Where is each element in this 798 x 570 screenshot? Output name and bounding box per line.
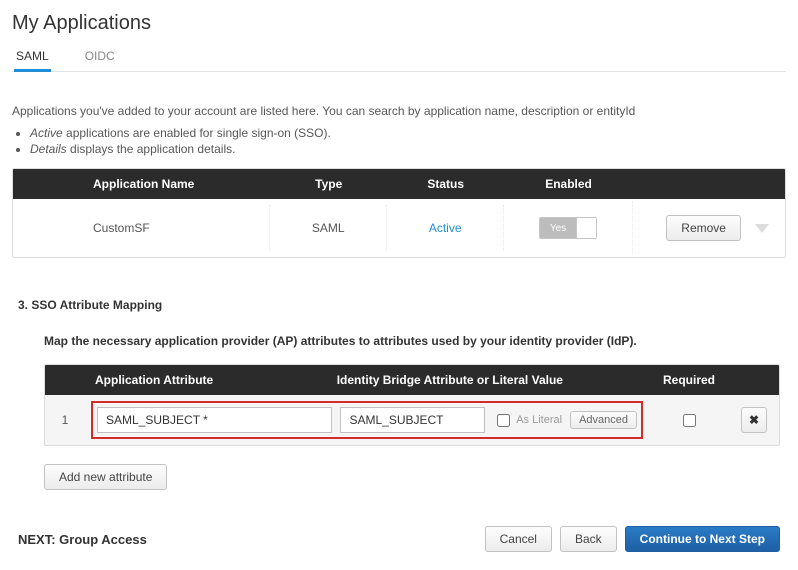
enabled-toggle[interactable]: Yes [539, 217, 597, 239]
page-title: My Applications [12, 12, 786, 35]
as-literal-checkbox[interactable] [497, 414, 510, 427]
intro-notes: Active applications are enabled for sing… [30, 126, 786, 156]
tabs: SAML OIDC [12, 43, 786, 72]
sso-attribute-mapping-section: 3. SSO Attribute Mapping Map the necessa… [12, 298, 786, 490]
next-step-label: NEXT: Group Access [18, 532, 147, 547]
applications-table: Application Name Type Status Enabled Cus… [12, 168, 786, 258]
attr-col-required: Required [649, 365, 729, 395]
note-active: Active applications are enabled for sing… [30, 126, 786, 140]
cell-application-name: CustomSF [83, 205, 270, 251]
close-icon: ✖ [749, 413, 759, 427]
required-checkbox[interactable] [683, 414, 696, 427]
attribute-mapping-table: Application Attribute Identity Bridge At… [44, 364, 780, 446]
continue-button[interactable]: Continue to Next Step [625, 526, 780, 552]
advanced-button[interactable]: Advanced [570, 411, 637, 429]
footer-actions: Cancel Back Continue to Next Step [485, 526, 780, 552]
note-details-rest: displays the application details. [67, 142, 236, 156]
col-actions [633, 169, 785, 199]
row-spacer [13, 212, 83, 244]
attr-col-index [45, 365, 85, 395]
attr-col-delete [729, 365, 779, 395]
as-literal-text: As Literal [516, 414, 562, 426]
attr-col-bridge: Identity Bridge Attribute or Literal Val… [327, 365, 649, 395]
as-literal-label[interactable]: As Literal [493, 411, 562, 430]
delete-cell: ✖ [729, 397, 779, 443]
enabled-toggle-knob [576, 218, 596, 238]
cell-status[interactable]: Active [387, 205, 504, 251]
col-spacer [13, 169, 83, 199]
intro-text: Applications you've added to your accoun… [12, 102, 786, 120]
bridge-attribute-input[interactable] [340, 407, 485, 433]
cell-type: SAML [270, 205, 387, 251]
attr-inputs-cell: As Literal Advanced [85, 395, 649, 445]
remove-button[interactable]: Remove [666, 215, 741, 241]
section-description: Map the necessary application provider (… [44, 334, 780, 348]
note-active-rest: applications are enabled for single sign… [63, 126, 331, 140]
expand-row-icon[interactable] [755, 224, 769, 233]
back-button[interactable]: Back [560, 526, 617, 552]
cell-actions: Remove [633, 199, 785, 257]
application-row: CustomSF SAML Active Yes Remove [13, 199, 785, 257]
application-attribute-input[interactable] [97, 407, 332, 433]
cell-enabled: Yes [504, 201, 633, 255]
col-type: Type [270, 169, 387, 199]
tab-saml[interactable]: SAML [14, 43, 51, 71]
required-cell [649, 401, 729, 440]
col-application-name: Application Name [83, 169, 270, 199]
attribute-row: 1 As Literal Advanced [45, 395, 779, 445]
tab-oidc[interactable]: OIDC [83, 43, 117, 71]
attribute-row-index: 1 [45, 403, 85, 437]
highlighted-inputs: As Literal Advanced [91, 401, 643, 439]
note-details: Details displays the application details… [30, 142, 786, 156]
enabled-toggle-label: Yes [540, 218, 576, 238]
footer: NEXT: Group Access Cancel Back Continue … [12, 526, 786, 552]
attr-col-app-attribute: Application Attribute [85, 365, 327, 395]
section-title: 3. SSO Attribute Mapping [18, 298, 780, 312]
col-enabled: Enabled [504, 169, 633, 199]
cancel-button[interactable]: Cancel [485, 526, 552, 552]
col-status: Status [387, 169, 504, 199]
note-details-em: Details [30, 142, 67, 156]
delete-row-button[interactable]: ✖ [741, 407, 767, 433]
note-active-em: Active [30, 126, 63, 140]
add-new-attribute-button[interactable]: Add new attribute [44, 464, 167, 490]
